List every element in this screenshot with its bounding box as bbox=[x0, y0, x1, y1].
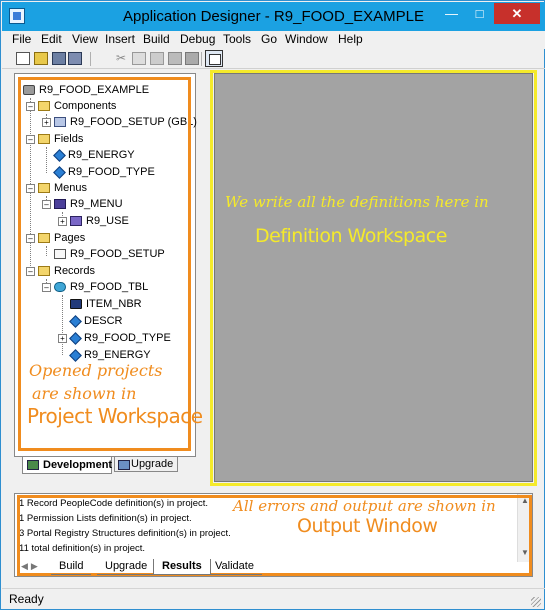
close-button[interactable]: ✕ bbox=[494, 3, 540, 24]
tab-scroll-arrows-icon[interactable]: ◀▶ bbox=[21, 561, 41, 572]
find-definition-references-icon[interactable] bbox=[168, 52, 182, 65]
copy-icon[interactable] bbox=[132, 52, 146, 65]
toolbar-separator bbox=[201, 52, 202, 66]
menu-view[interactable]: View bbox=[72, 32, 98, 46]
annotation-definition-line1: We write all the definitions here in bbox=[225, 193, 489, 211]
menu-window[interactable]: Window bbox=[285, 32, 328, 46]
build-icon[interactable] bbox=[185, 52, 199, 65]
status-text: Ready bbox=[9, 592, 44, 606]
menu-bar: File Edit View Insert Build Debug Tools … bbox=[2, 31, 545, 49]
new-icon[interactable] bbox=[16, 52, 30, 65]
toolbar-separator bbox=[90, 52, 91, 66]
save-icon[interactable] bbox=[52, 52, 66, 65]
annotation-output-line2: Output Window bbox=[297, 515, 438, 537]
minimize-button[interactable]: — bbox=[438, 3, 465, 24]
tab-development-label: Development bbox=[43, 459, 113, 471]
tab-upgrade-output[interactable]: Upgrade bbox=[97, 559, 156, 575]
toolbar: ✂ bbox=[2, 49, 545, 69]
tab-build[interactable]: Build bbox=[51, 559, 92, 575]
annotation-project-line1: Opened projects bbox=[29, 361, 163, 380]
development-icon bbox=[27, 460, 39, 470]
resize-grip-icon[interactable] bbox=[531, 597, 541, 607]
menu-insert[interactable]: Insert bbox=[105, 32, 135, 46]
tab-development[interactable]: Development bbox=[22, 457, 112, 474]
definition-workspace-highlight bbox=[210, 70, 537, 486]
annotation-output-line1: All errors and output are shown in bbox=[233, 497, 496, 515]
maximize-button[interactable]: □ bbox=[466, 3, 493, 24]
status-bar: Ready bbox=[2, 588, 545, 610]
tab-upgrade-label: Upgrade bbox=[131, 458, 174, 470]
paste-icon[interactable] bbox=[150, 52, 164, 65]
menu-tools[interactable]: Tools bbox=[223, 32, 251, 46]
annotation-project-line2: are shown in bbox=[32, 384, 137, 403]
upgrade-icon bbox=[118, 460, 130, 470]
menu-help[interactable]: Help bbox=[338, 32, 363, 46]
save-all-icon[interactable] bbox=[68, 52, 82, 65]
application-window: Application Designer - R9_FOOD_EXAMPLE —… bbox=[0, 0, 545, 610]
tab-upgrade[interactable]: Upgrade bbox=[114, 457, 178, 472]
tab-validate[interactable]: Validate bbox=[207, 559, 262, 575]
menu-file[interactable]: File bbox=[12, 32, 31, 46]
menu-debug[interactable]: Debug bbox=[180, 32, 215, 46]
project-workspace-icon[interactable] bbox=[205, 50, 223, 67]
menu-build[interactable]: Build bbox=[143, 32, 170, 46]
menu-go[interactable]: Go bbox=[261, 32, 277, 46]
output-tabs: ◀▶ Build Upgrade Results Validate bbox=[17, 559, 532, 577]
menu-edit[interactable]: Edit bbox=[41, 32, 62, 46]
annotation-project-line3: Project Workspace bbox=[27, 404, 203, 428]
annotation-definition-line2: Definition Workspace bbox=[255, 225, 447, 247]
workspace-tabs: Development Upgrade bbox=[22, 457, 202, 475]
open-icon[interactable] bbox=[34, 52, 48, 65]
tab-results[interactable]: Results bbox=[153, 559, 211, 575]
title-bar[interactable]: Application Designer - R9_FOOD_EXAMPLE —… bbox=[2, 2, 545, 31]
cut-icon[interactable]: ✂ bbox=[114, 52, 128, 65]
